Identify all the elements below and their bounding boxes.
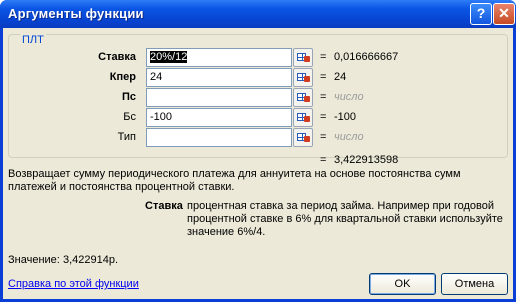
arg-result-pv: число [334, 91, 364, 103]
help-button[interactable]: ? [470, 3, 492, 25]
collapse-dialog-icon[interactable] [293, 48, 313, 67]
arg-row-pv: Пс = число [3, 88, 513, 107]
arg-row-rate: Ставка 20%/12 = 0,016666667 [3, 48, 513, 67]
collapse-dialog-icon[interactable] [293, 128, 313, 147]
arg-label-rate: Ставка [98, 51, 136, 63]
function-description: Возвращает сумму периодического платежа … [8, 168, 461, 193]
close-button[interactable]: ✕ [493, 3, 515, 25]
arg-result-rate: 0,016666667 [334, 51, 399, 63]
current-arg-description: процентная ставка за период займа. Напри… [187, 200, 503, 238]
dialog-title: Аргументы функции [8, 6, 144, 21]
arg-label-fv: Бс [123, 111, 136, 123]
current-arg-name: Ставка [145, 200, 183, 212]
value-label: Значение: [8, 254, 60, 266]
equals-sign: = [320, 51, 327, 63]
cancel-button[interactable]: Отмена [441, 273, 508, 295]
total-result: 3,422913598 [334, 154, 399, 166]
equals-sign: = [320, 91, 327, 103]
equals-sign: = [320, 111, 327, 123]
equals-sign: = [320, 71, 327, 83]
equals-sign: = [320, 131, 327, 143]
ok-button[interactable]: OK [369, 273, 436, 295]
arg-input-pv[interactable] [146, 88, 292, 107]
arg-row-nper: Кпер 24 = 24 [3, 68, 513, 87]
formula-value: 3,422914р. [63, 254, 119, 266]
collapse-dialog-icon[interactable] [293, 88, 313, 107]
arg-row-fv: Бс -100 = -100 [3, 108, 513, 127]
help-link[interactable]: Справка по этой функции [8, 278, 139, 290]
arg-result-fv: -100 [334, 111, 357, 123]
dialog-body: ПЛТ Ставка 20%/12 = 0,016666667 Кпер 24 … [3, 28, 513, 299]
dialog-window: Аргументы функции ? ✕ ПЛТ Ставка 20%/12 … [0, 0, 516, 302]
arg-result-type: число [334, 131, 364, 143]
arg-input-fv[interactable]: -100 [146, 108, 292, 127]
arg-label-pv: Пс [121, 91, 136, 103]
arg-label-nper: Кпер [109, 71, 136, 83]
arg-label-type: Тип [117, 131, 136, 143]
arg-input-nper[interactable]: 24 [146, 68, 292, 87]
title-bar[interactable]: Аргументы функции ? ✕ [0, 0, 516, 28]
arg-result-nper: 24 [334, 71, 347, 83]
arg-input-type[interactable] [146, 128, 292, 147]
arg-input-rate-selection: 20%/12 [150, 51, 188, 63]
function-name-label: ПЛТ [20, 34, 46, 46]
arg-input-rate[interactable]: 20%/12 [146, 48, 292, 67]
arg-row-type: Тип = число [3, 128, 513, 147]
collapse-dialog-icon[interactable] [293, 108, 313, 127]
total-equals-sign: = [320, 154, 327, 166]
collapse-dialog-icon[interactable] [293, 68, 313, 87]
